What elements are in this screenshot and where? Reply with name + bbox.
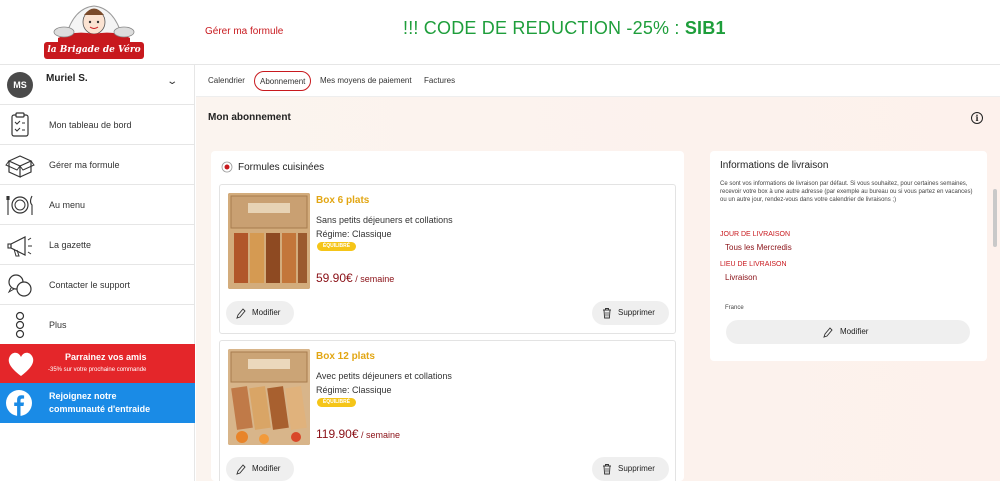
box-icon — [5, 155, 35, 178]
modify-label: Modifier — [252, 308, 281, 317]
plan-diet: Régime: Classique — [316, 385, 392, 395]
plan-name: Box 12 plats — [316, 351, 375, 362]
app-root: la Brigade de Véro Gérer ma formule !!! … — [0, 0, 1000, 481]
sidebar-item-label: La gazette — [49, 240, 92, 250]
delete-plan-button[interactable]: Supprimer — [592, 457, 669, 481]
megaphone-icon — [7, 236, 32, 257]
sidebar: MS Muriel S. ⌄ Mon tableau de bord Gérer… — [0, 65, 195, 481]
referral-card[interactable]: Parrainez vos amis -35% sur votre procha… — [0, 344, 195, 384]
plan-name: Box 6 plats — [316, 195, 370, 206]
modify-plan-button[interactable]: Modifier — [226, 301, 294, 325]
chevron-down-icon[interactable]: ⌄ — [166, 76, 178, 87]
promo-banner: !!! CODE DE REDUCTION -25% : SIB1 — [403, 18, 726, 39]
trash-icon — [603, 308, 611, 319]
meal-box-image — [228, 193, 310, 289]
meal-box-image — [228, 349, 310, 445]
sidebar-item-more[interactable]: Plus — [0, 305, 195, 345]
sidebar-item-label: Gérer ma formule — [49, 160, 120, 170]
tab-bar: Calendrier Abonnement Mes moyens de paie… — [196, 65, 1000, 97]
facebook-icon — [6, 390, 32, 416]
plan-image — [228, 349, 310, 445]
price-amount: 59.90€ — [316, 271, 353, 285]
referral-subtitle: -35% sur votre prochaine commande — [48, 367, 147, 373]
facebook-title: Rejoignez notre communauté d'entraide — [49, 391, 151, 414]
chef-mascot-icon — [53, 5, 135, 42]
delete-label: Supprimer — [618, 464, 655, 473]
delivery-description: Ce sont vos informations de livraison pa… — [720, 181, 973, 203]
chat-icon — [7, 274, 32, 297]
plan-description: Avec petits déjeuners et collations — [316, 371, 452, 381]
user-menu[interactable]: MS Muriel S. ⌄ — [0, 65, 195, 105]
plan-price: 119.90€ / semaine — [316, 427, 400, 441]
promo-text: !!! CODE DE REDUCTION -25% : — [403, 18, 685, 38]
more-icon — [15, 311, 25, 339]
promo-code: SIB1 — [684, 18, 726, 38]
sidebar-item-label: Au menu — [49, 200, 86, 210]
sidebar-item-label: Contacter le support — [49, 280, 131, 290]
sidebar-item-label: Plus — [49, 320, 67, 330]
brand-logo[interactable]: la Brigade de Véro — [44, 0, 144, 62]
delivery-day-value: Tous les Mercredis — [725, 243, 792, 252]
logo-wordmark: la Brigade de Véro — [44, 42, 144, 59]
plan-price: 59.90€ / semaine — [316, 271, 394, 285]
delivery-card: Informations de livraison Ce sont vos in… — [710, 151, 987, 361]
formulas-title: Formules cuisinées — [238, 162, 325, 173]
plan-card: Box 12 plats Avec petits déjeuners et co… — [219, 340, 676, 481]
plan-image — [228, 193, 310, 289]
tab-calendar[interactable]: Calendrier — [203, 71, 250, 91]
clipboard-icon — [11, 112, 29, 137]
sidebar-item-dashboard[interactable]: Mon tableau de bord — [0, 105, 195, 145]
delivery-place-label: LIEU DE LIVRAISON — [720, 261, 787, 268]
price-amount: 119.90€ — [316, 427, 359, 441]
pencil-icon — [236, 464, 246, 475]
sidebar-item-menu[interactable]: Au menu — [0, 185, 195, 225]
modify-label: Modifier — [252, 464, 281, 473]
plan-card: Box 6 plats Sans petits déjeuners et col… — [219, 184, 676, 334]
delete-label: Supprimer — [618, 308, 655, 317]
plate-icon — [6, 195, 33, 215]
scrollbar[interactable] — [993, 189, 997, 247]
status-badge: ÉQUILIBRÉ — [317, 242, 356, 251]
top-header: la Brigade de Véro Gérer ma formule !!! … — [0, 0, 1000, 65]
price-unit: / semaine — [358, 430, 401, 440]
facebook-community-card[interactable]: Rejoignez notre communauté d'entraide — [0, 383, 195, 423]
tab-invoices[interactable]: Factures — [419, 71, 460, 91]
delete-plan-button[interactable]: Supprimer — [592, 301, 669, 325]
sidebar-item-gazette[interactable]: La gazette — [0, 225, 195, 265]
page-title: Mon abonnement — [208, 112, 291, 123]
referral-title: Parrainez vos amis — [65, 352, 147, 362]
plan-description: Sans petits déjeuners et collations — [316, 215, 453, 225]
info-icon[interactable]: i — [971, 112, 983, 124]
pencil-icon — [823, 327, 833, 338]
trash-icon — [603, 464, 611, 475]
delivery-title: Informations de livraison — [720, 160, 829, 171]
plan-diet: Régime: Classique — [316, 229, 392, 239]
status-badge: ÉQUILIBRÉ — [317, 398, 356, 407]
manage-formula-link[interactable]: Gérer ma formule — [205, 26, 283, 37]
sidebar-item-support[interactable]: Contacter le support — [0, 265, 195, 305]
main-content: Calendrier Abonnement Mes moyens de paie… — [196, 65, 1000, 481]
formulas-card: Formules cuisinées Box 6 plats Sans peti… — [211, 151, 684, 481]
delivery-day-label: JOUR DE LIVRAISON — [720, 231, 791, 238]
sidebar-item-label: Mon tableau de bord — [49, 120, 132, 130]
dish-icon — [221, 161, 233, 173]
price-unit: / semaine — [352, 274, 395, 284]
user-name: Muriel S. — [46, 73, 88, 84]
sidebar-item-formula[interactable]: Gérer ma formule — [0, 145, 195, 185]
modify-delivery-button[interactable]: Modifier — [726, 320, 970, 344]
tab-subscription[interactable]: Abonnement — [254, 71, 312, 91]
tab-payment-methods[interactable]: Mes moyens de paiement — [315, 71, 417, 91]
modify-plan-button[interactable]: Modifier — [226, 457, 294, 481]
avatar: MS — [7, 72, 33, 98]
modify-label: Modifier — [840, 327, 869, 336]
pencil-icon — [236, 308, 246, 319]
delivery-country: France — [725, 305, 744, 311]
delivery-place-value: Livraison — [725, 273, 758, 282]
heart-icon — [8, 352, 34, 376]
